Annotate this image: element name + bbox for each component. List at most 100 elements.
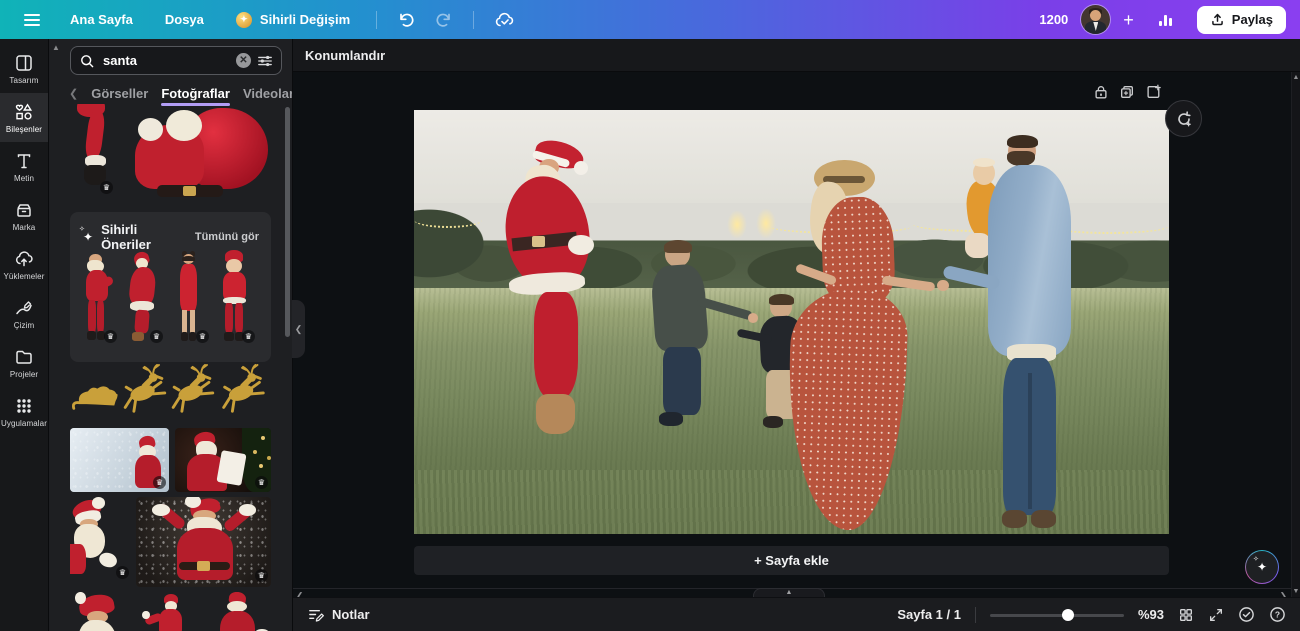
grid-view-icon bbox=[1178, 607, 1194, 623]
sidebar-item-projects[interactable]: Projeler bbox=[0, 338, 48, 387]
chart-icon bbox=[1157, 12, 1174, 28]
svg-text:?: ? bbox=[1275, 610, 1280, 620]
crown-icon: ♛ bbox=[104, 330, 117, 343]
assistant-button[interactable]: ✦ bbox=[1245, 550, 1279, 584]
tab-images[interactable]: Görseller bbox=[91, 86, 148, 101]
sidebar-item-brand[interactable]: Marka bbox=[0, 191, 48, 240]
canva-editor: Ana Sayfa Dosya ✦ Sihirli Değişim 1200 + bbox=[0, 0, 1300, 631]
top-bar: Ana Sayfa Dosya ✦ Sihirli Değişim 1200 + bbox=[0, 0, 1300, 39]
collapse-panel-handle[interactable]: ❮ bbox=[292, 300, 305, 358]
scroll-up-icon[interactable]: ▲ bbox=[1293, 74, 1300, 81]
menu-icon[interactable] bbox=[10, 14, 54, 26]
zoom-slider-track[interactable] bbox=[990, 614, 1124, 617]
regenerate-button[interactable] bbox=[1165, 100, 1202, 137]
redo-icon bbox=[435, 11, 453, 29]
search-input[interactable] bbox=[101, 52, 230, 69]
upload-cloud-icon bbox=[14, 249, 34, 269]
photo-result-santa-back[interactable] bbox=[205, 592, 271, 631]
add-member-button[interactable]: + bbox=[1123, 11, 1134, 29]
undo-button[interactable] bbox=[387, 11, 425, 29]
suggestion-santa-1[interactable]: ♛ bbox=[75, 248, 119, 345]
tab-videos[interactable]: Videolar bbox=[243, 86, 293, 101]
photo-result-winter-santa[interactable]: ♛ bbox=[70, 428, 169, 492]
clear-search-icon[interactable]: ✕ bbox=[236, 53, 251, 68]
crown-icon: ♛ bbox=[150, 330, 163, 343]
zoom-slider-knob[interactable] bbox=[1062, 609, 1074, 621]
element-gold-reindeer-1[interactable] bbox=[121, 364, 168, 418]
photo-result-santa-list[interactable]: ♛ bbox=[175, 428, 271, 492]
redo-button[interactable] bbox=[425, 11, 463, 29]
sidebar-item-apps[interactable]: Uygulamalar bbox=[0, 387, 48, 436]
scroll-down-icon[interactable]: ▼ bbox=[1293, 588, 1300, 595]
element-gold-reindeer-3[interactable] bbox=[218, 364, 268, 418]
sidebar-item-text[interactable]: Metin bbox=[0, 142, 48, 191]
cloud-sync-button[interactable] bbox=[484, 11, 526, 29]
sidebar: Tasarım Bileşenler Metin Marka Yüklemele… bbox=[0, 39, 49, 631]
notes-button[interactable]: Notlar bbox=[307, 606, 370, 623]
apps-grid-icon bbox=[14, 396, 34, 416]
crown-icon: ♛ bbox=[255, 476, 268, 489]
photo-result-santa-sack[interactable] bbox=[121, 104, 271, 201]
zoom-slider[interactable] bbox=[990, 609, 1124, 621]
assistant-sparkle-icon: ✦ bbox=[1257, 560, 1267, 574]
reindeer-icon bbox=[121, 364, 168, 418]
share-button[interactable]: Paylaş bbox=[1197, 6, 1286, 34]
photo-result-santa-dance[interactable] bbox=[140, 592, 200, 631]
crown-icon: ♛ bbox=[196, 330, 209, 343]
crown-icon: ♛ bbox=[153, 476, 166, 489]
crown-icon: ♛ bbox=[100, 181, 113, 194]
element-gold-reindeer-2[interactable] bbox=[169, 364, 216, 418]
photo-result-santa-leg[interactable]: ♛ bbox=[70, 104, 115, 196]
divider bbox=[975, 607, 976, 623]
tab-photos[interactable]: Fotoğraflar bbox=[161, 86, 230, 101]
folder-icon bbox=[14, 347, 34, 367]
filter-icon[interactable] bbox=[257, 53, 273, 69]
lock-icon[interactable] bbox=[1093, 84, 1109, 100]
help-circle-icon: ? bbox=[1269, 606, 1286, 623]
photo-result-santa-wave[interactable]: ♛ bbox=[136, 497, 271, 587]
photo-result-santa-clock[interactable] bbox=[70, 592, 137, 631]
context-toolbar: Konumlandır bbox=[293, 39, 1300, 72]
canvas-page-photo[interactable] bbox=[414, 110, 1169, 534]
vertical-scrollbar[interactable]: ▲▼ bbox=[1291, 72, 1300, 597]
text-icon bbox=[14, 151, 34, 171]
suggestion-kid-santa[interactable]: ♛ bbox=[213, 248, 257, 345]
photo-result-santa-peek[interactable]: ♛ bbox=[70, 497, 130, 587]
element-gold-sleigh[interactable] bbox=[70, 378, 119, 418]
see-all-link[interactable]: Tümünü gör bbox=[195, 231, 259, 243]
magic-sparkle-icon: ✦ bbox=[236, 12, 252, 28]
status-bar: Notlar Sayfa 1 / 1 %93 bbox=[293, 597, 1300, 631]
position-button[interactable]: Konumlandır bbox=[305, 48, 385, 63]
notes-icon bbox=[307, 606, 324, 623]
workspace: Konumlandır bbox=[293, 39, 1300, 631]
sleigh-icon bbox=[70, 378, 119, 418]
sidebar-item-draw[interactable]: Çizim bbox=[0, 289, 48, 338]
suggestion-girl-red[interactable]: ♛ bbox=[167, 248, 211, 345]
tabs-scroll-left-icon[interactable]: ❮ bbox=[69, 87, 78, 100]
check-circle-button[interactable] bbox=[1238, 606, 1255, 623]
sidebar-item-elements[interactable]: Bileşenler bbox=[0, 93, 48, 142]
elements-panel: ▲ ✕ ❮ Görseller Fotoğraflar Videolar Ş ❯… bbox=[49, 39, 293, 631]
duplicate-icon[interactable] bbox=[1119, 84, 1135, 100]
suggestion-santa-2[interactable]: ♛ bbox=[121, 248, 165, 345]
fullscreen-button[interactable] bbox=[1208, 607, 1224, 623]
sidebar-item-uploads[interactable]: Yüklemeler bbox=[0, 240, 48, 289]
add-page-icon[interactable] bbox=[1145, 84, 1161, 100]
avatar[interactable] bbox=[1081, 5, 1110, 34]
panel-scroll-up-icon[interactable]: ▲ bbox=[52, 43, 60, 52]
sidebar-item-design[interactable]: Tasarım bbox=[0, 44, 48, 93]
add-page-button[interactable]: + Sayfa ekle bbox=[414, 546, 1169, 575]
file-menu-button[interactable]: Dosya bbox=[149, 0, 220, 39]
zoom-level-label[interactable]: %93 bbox=[1138, 607, 1164, 622]
home-menu-button[interactable]: Ana Sayfa bbox=[54, 0, 149, 39]
help-button[interactable]: ? bbox=[1269, 606, 1286, 623]
insights-button[interactable] bbox=[1147, 12, 1184, 28]
panel-scrollbar[interactable] bbox=[285, 107, 290, 337]
dad-figure bbox=[414, 110, 1169, 534]
crown-icon: ♛ bbox=[242, 330, 255, 343]
crown-icon: ♛ bbox=[116, 566, 129, 579]
refresh-icon bbox=[1175, 110, 1193, 128]
magic-switch-button[interactable]: ✦ Sihirli Değişim bbox=[220, 0, 366, 39]
grid-view-button[interactable] bbox=[1178, 607, 1194, 623]
search-box: ✕ bbox=[70, 46, 282, 75]
